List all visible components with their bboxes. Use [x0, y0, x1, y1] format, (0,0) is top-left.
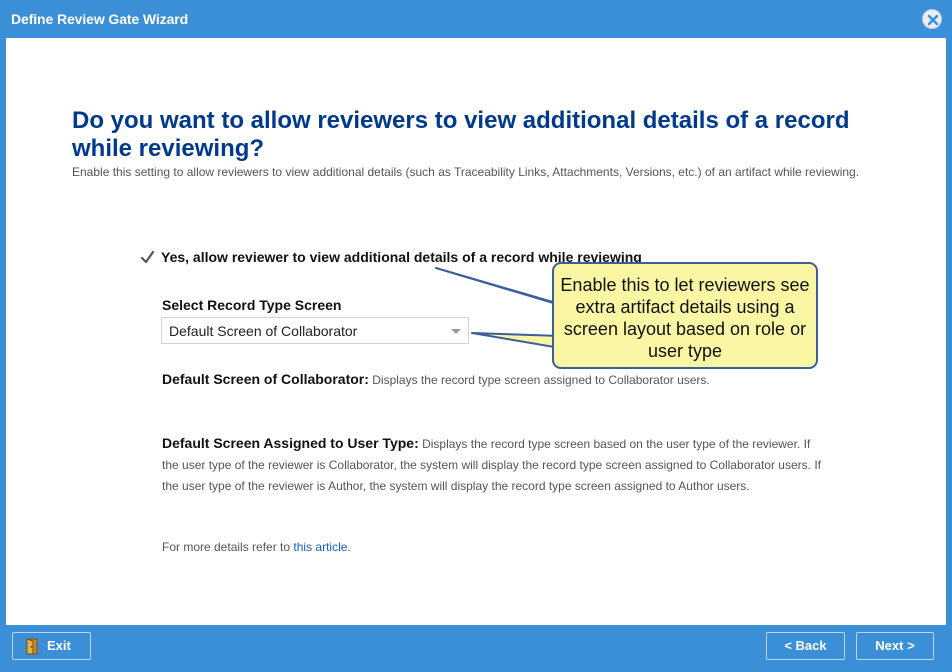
back-button[interactable]: < Back	[766, 632, 845, 660]
callout-tooltip: Enable this to let reviewers see extra a…	[552, 262, 818, 369]
exit-button[interactable]: Exit	[12, 632, 91, 660]
exit-door-icon	[26, 638, 38, 655]
next-button[interactable]: Next >	[856, 632, 934, 660]
callout-text: Enable this to let reviewers see extra a…	[560, 275, 810, 361]
exit-label: Exit	[47, 638, 71, 653]
